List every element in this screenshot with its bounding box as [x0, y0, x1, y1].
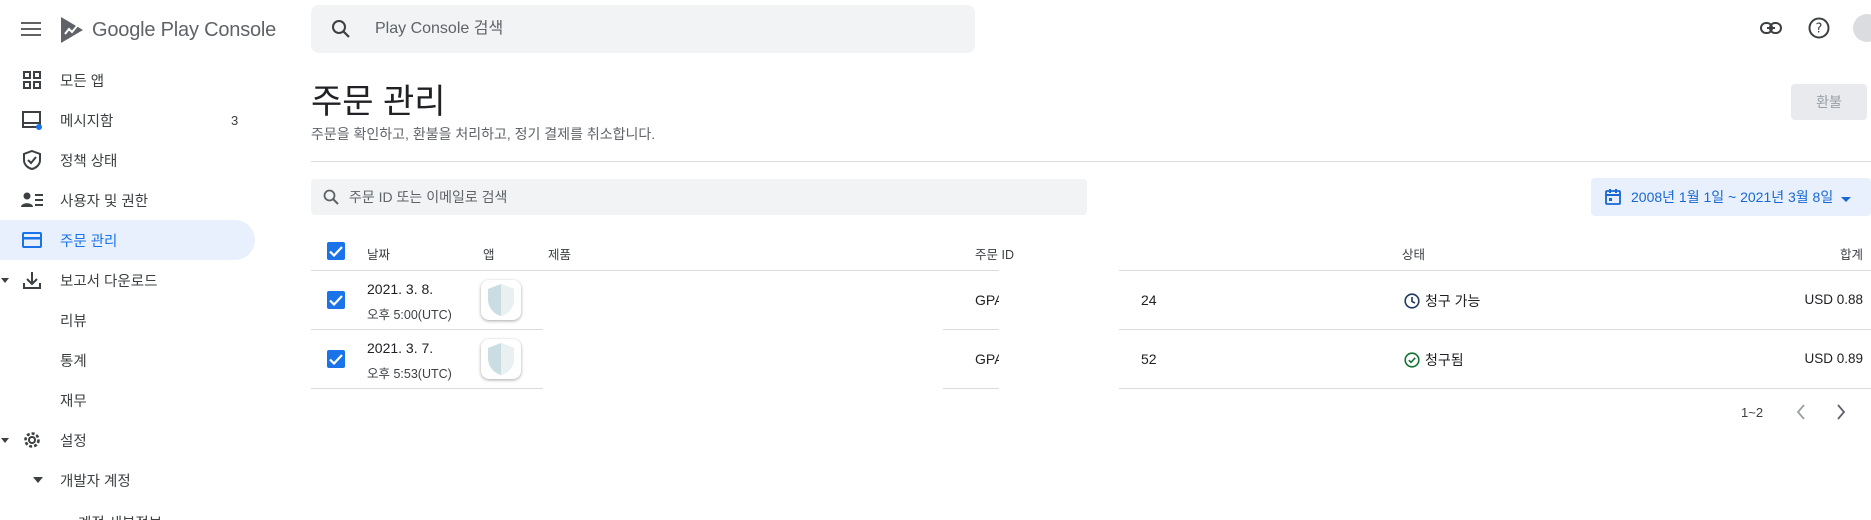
divider — [311, 161, 1871, 162]
sidebar-item-label: 모든 앱 — [60, 73, 105, 90]
clock-icon — [1403, 292, 1421, 310]
app-icon — [481, 280, 521, 320]
order-time: 오후 5:53(UTC) — [367, 367, 452, 381]
sidebar-item-finance[interactable]: 재무 — [0, 380, 255, 420]
column-header-status: 상태 — [1402, 248, 1426, 262]
sidebar-item-label: 통계 — [60, 353, 87, 370]
redacted-area — [999, 329, 1119, 389]
page-subtitle: 주문을 확인하고, 환불을 처리하고, 정기 결제를 취소합니다. — [311, 126, 656, 142]
order-status: 청구됨 — [1403, 350, 1464, 370]
pagination: 1~2 — [1741, 400, 1853, 424]
sidebar-item-label: 메시지함 — [60, 113, 114, 130]
inbox-count-badge: 3 — [231, 112, 239, 128]
sidebar-item-users-permissions[interactable]: 사용자 및 권한 — [0, 180, 255, 220]
svg-text:?: ? — [1816, 22, 1823, 37]
chevron-left-icon[interactable] — [1789, 400, 1813, 424]
order-id-suffix: 24 — [1141, 292, 1157, 308]
dropdown-icon — [1841, 189, 1852, 205]
redacted-area — [999, 270, 1119, 330]
top-bar: Google Play Console ? — [0, 0, 1871, 60]
date-range-label: 2008년 1월 1일 ~ 2021년 3월 8일 — [1631, 189, 1834, 205]
row-checkbox[interactable] — [327, 291, 345, 309]
page-title: 주문 관리 — [311, 83, 446, 121]
global-search[interactable] — [311, 5, 975, 53]
brand-name: Google Play Console — [92, 18, 277, 41]
select-all-checkbox[interactable] — [327, 242, 345, 260]
refund-button[interactable]: 환불 — [1791, 84, 1867, 120]
sidebar-item-download-reports[interactable]: 보고서 다운로드 — [0, 260, 255, 300]
menu-icon[interactable] — [18, 16, 44, 42]
column-header-product: 제품 — [548, 248, 572, 262]
sidebar-item-developer-account[interactable]: 개발자 계정 — [0, 460, 255, 500]
redacted-area — [543, 329, 943, 389]
user-list-icon — [20, 188, 44, 212]
sidebar-item-label: 리뷰 — [60, 313, 87, 330]
sidebar-item-label: 재무 — [60, 393, 87, 410]
sidebar-item-account-details[interactable]: 계정 세부정보 — [0, 500, 255, 520]
order-date: 2021. 3. 8. — [367, 281, 434, 297]
sidebar-item-label: 설정 — [60, 433, 87, 450]
sidebar-item-order-management[interactable]: 주문 관리 — [0, 220, 255, 260]
grid-icon — [20, 68, 44, 92]
pagination-range: 1~2 — [1741, 404, 1764, 420]
table-row[interactable]: 2021. 3. 8. 오후 5:00(UTC) GPA 24 청구 가능 US… — [311, 270, 1871, 331]
app-icon — [481, 339, 521, 379]
order-total: USD 0.88 — [1804, 292, 1863, 307]
calendar-icon — [1605, 188, 1623, 206]
table-header: 날짜 앱 제품 주문 ID 상태 합계 — [311, 230, 1871, 271]
order-search[interactable] — [311, 179, 1087, 215]
order-date: 2021. 3. 7. — [367, 340, 434, 356]
avatar[interactable] — [1853, 14, 1871, 42]
order-search-input[interactable] — [349, 189, 1049, 205]
shield-check-icon — [20, 148, 44, 172]
search-icon — [323, 188, 341, 206]
sidebar-item-label: 계정 세부정보 — [78, 512, 162, 520]
caret-down-icon[interactable] — [0, 435, 10, 445]
sidebar-item-label: 보고서 다운로드 — [60, 273, 158, 290]
search-icon — [331, 17, 355, 41]
search-input[interactable] — [375, 20, 935, 38]
sidebar-item-label: 사용자 및 권한 — [60, 193, 149, 210]
sidebar-item-all-apps[interactable]: 모든 앱 — [0, 60, 255, 100]
help-icon[interactable]: ? — [1805, 14, 1833, 42]
inbox-icon — [20, 108, 44, 132]
redacted-area — [543, 271, 943, 331]
gear-icon — [20, 428, 44, 452]
date-range-picker[interactable]: 2008년 1월 1일 ~ 2021년 3월 8일 — [1591, 178, 1871, 216]
column-header-date[interactable]: 날짜 — [367, 244, 390, 263]
table-row[interactable]: 2021. 3. 7. 오후 5:53(UTC) GPA 52 청구됨 USD … — [311, 329, 1871, 389]
caret-down-icon[interactable] — [0, 275, 10, 285]
column-header-app: 앱 — [483, 248, 495, 262]
order-total: USD 0.89 — [1804, 351, 1863, 366]
sidebar-item-settings[interactable]: 설정 — [0, 420, 255, 460]
column-header-order-id: 주문 ID — [975, 248, 1014, 262]
credit-card-icon — [20, 228, 44, 252]
sidebar-nav: 모든 앱 메시지함 3 정책 상태 사용자 및 권한 주문 관리 보고서 다운로… — [0, 60, 255, 520]
order-time: 오후 5:00(UTC) — [367, 308, 452, 322]
sidebar-item-policy-status[interactable]: 정책 상태 — [0, 140, 255, 180]
chevron-right-icon[interactable] — [1829, 400, 1853, 424]
row-checkbox[interactable] — [327, 350, 345, 368]
column-header-total: 합계 — [1839, 248, 1863, 262]
sidebar-item-reviews[interactable]: 리뷰 — [0, 300, 255, 340]
status-label: 청구됨 — [1425, 352, 1464, 368]
download-icon — [20, 268, 44, 292]
status-label: 청구 가능 — [1425, 293, 1481, 309]
sidebar-item-label: 주문 관리 — [60, 233, 118, 250]
sidebar-item-label: 개발자 계정 — [60, 473, 131, 490]
sidebar-item-inbox[interactable]: 메시지함 3 — [0, 100, 255, 140]
sidebar-item-statistics[interactable]: 통계 — [0, 340, 255, 380]
check-circle-icon — [1403, 351, 1421, 369]
play-console-logo[interactable]: Google Play Console — [58, 14, 276, 46]
order-status: 청구 가능 — [1403, 291, 1480, 311]
play-console-logo-icon — [60, 17, 83, 43]
sidebar-item-label: 정책 상태 — [60, 153, 118, 170]
orders-table: 날짜 앱 제품 주문 ID 상태 합계 2021. 3. 8. 오후 5:00(… — [311, 230, 1871, 389]
order-id-suffix: 52 — [1141, 351, 1157, 367]
link-icon[interactable] — [1757, 14, 1785, 42]
caret-down-icon[interactable] — [26, 468, 50, 492]
